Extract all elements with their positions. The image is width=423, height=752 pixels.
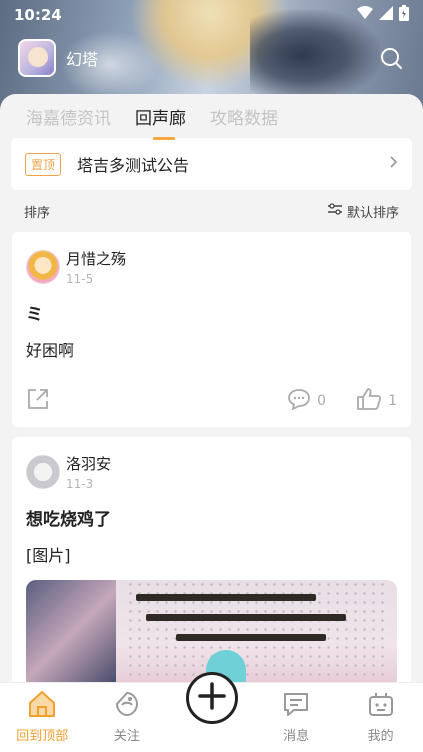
pinned-badge: 置顶 bbox=[25, 152, 62, 176]
sort-icon bbox=[327, 203, 343, 219]
content-sheet: 海嘉德资讯 回声廊 攻略数据 置顶 塔吉多测试公告 排序 默认排序 月惜之殇 1… bbox=[0, 94, 423, 684]
signal-icon bbox=[379, 6, 393, 24]
post-date: 11-5 bbox=[66, 272, 94, 286]
message-icon bbox=[282, 689, 310, 719]
post-username[interactable]: 月惜之殇 bbox=[66, 248, 126, 269]
post-image[interactable] bbox=[26, 580, 397, 684]
comment-button[interactable]: 0 bbox=[287, 388, 326, 414]
nav-follow-label: 关注 bbox=[113, 729, 140, 744]
comment-icon bbox=[287, 388, 311, 414]
pinned-announcement[interactable]: 置顶 塔吉多测试公告 bbox=[11, 138, 412, 190]
like-count: 1 bbox=[388, 393, 397, 409]
app-bar: 幻塔 bbox=[0, 36, 423, 80]
status-time: 10:24 bbox=[14, 6, 62, 24]
sort-label: 排序 bbox=[24, 205, 51, 221]
nav-messages-label: 消息 bbox=[283, 729, 310, 744]
post-card[interactable]: 月惜之殇 11-5 ミ 好困啊 0 1 bbox=[12, 232, 411, 427]
sort-button[interactable]: 默认排序 bbox=[327, 202, 399, 221]
sort-button-label: 默认排序 bbox=[346, 205, 399, 221]
create-post-button[interactable] bbox=[186, 672, 238, 724]
sort-bar: 排序 默认排序 bbox=[0, 190, 423, 232]
like-icon bbox=[356, 387, 382, 415]
nav-home[interactable]: 回到顶部 bbox=[0, 683, 85, 752]
home-icon bbox=[27, 689, 57, 719]
avatar[interactable] bbox=[26, 250, 60, 284]
nav-home-label: 回到顶部 bbox=[16, 729, 69, 744]
post-body: 好困啊 bbox=[26, 341, 75, 360]
follow-icon bbox=[113, 689, 141, 719]
post-actions: 0 1 bbox=[26, 387, 397, 415]
app-name[interactable]: 幻塔 bbox=[66, 46, 377, 70]
wifi-icon bbox=[357, 6, 373, 24]
nav-follow[interactable]: 关注 bbox=[85, 683, 170, 752]
post-body: [图片] bbox=[26, 546, 71, 565]
tab-guide-data[interactable]: 攻略数据 bbox=[210, 104, 278, 134]
avatar[interactable] bbox=[26, 455, 60, 489]
post-header: 洛羽安 11-3 bbox=[26, 453, 397, 491]
share-icon[interactable] bbox=[26, 387, 257, 415]
app-avatar[interactable] bbox=[18, 39, 56, 77]
chevron-right-icon bbox=[390, 156, 398, 172]
search-icon[interactable] bbox=[377, 44, 405, 72]
comment-count: 0 bbox=[317, 393, 327, 409]
tab-echo-gallery[interactable]: 回声廊 bbox=[135, 104, 186, 140]
tab-news[interactable]: 海嘉德资讯 bbox=[26, 104, 111, 134]
profile-icon bbox=[367, 689, 395, 719]
pinned-title: 塔吉多测试公告 bbox=[77, 156, 190, 175]
nav-profile-label: 我的 bbox=[367, 729, 394, 744]
post-title: ミ bbox=[26, 305, 43, 325]
like-button[interactable]: 1 bbox=[356, 387, 397, 415]
post-username[interactable]: 洛羽安 bbox=[66, 453, 111, 474]
plus-icon bbox=[197, 681, 227, 715]
nav-messages[interactable]: 消息 bbox=[254, 683, 339, 752]
post-date: 11-3 bbox=[66, 477, 94, 491]
nav-profile[interactable]: 我的 bbox=[338, 683, 423, 752]
status-bar: 10:24 bbox=[0, 0, 423, 30]
post-title: 想吃烧鸡了 bbox=[26, 510, 111, 530]
post-header: 月惜之殇 11-5 bbox=[26, 248, 397, 286]
post-card[interactable]: 洛羽安 11-3 想吃烧鸡了 [图片] bbox=[12, 437, 411, 684]
tab-bar: 海嘉德资讯 回声廊 攻略数据 bbox=[0, 94, 423, 140]
battery-icon bbox=[399, 5, 409, 25]
